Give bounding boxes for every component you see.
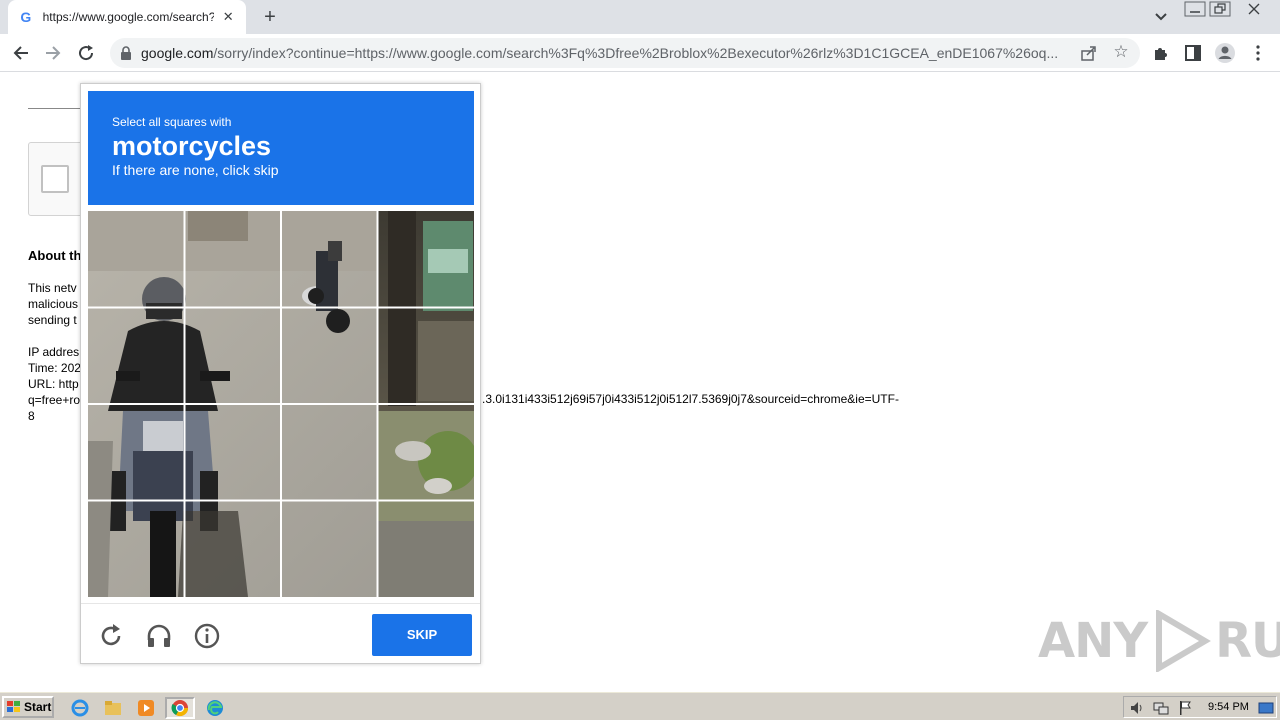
grid-tile[interactable]	[281, 501, 378, 598]
puzzle-icon	[1155, 48, 1167, 60]
url-line-end: 8	[28, 409, 35, 423]
start-label: Start	[24, 700, 52, 714]
grid-tile[interactable]	[185, 308, 282, 405]
url-line-continued: q=free+ro	[28, 393, 81, 407]
instruction-text: Select all squares with	[112, 115, 232, 129]
recaptcha-challenge-dialog: Select all squares with motorcycles If t…	[80, 83, 481, 664]
action-center-flag-icon[interactable]	[1177, 700, 1193, 716]
grid-tile[interactable]	[185, 501, 282, 598]
side-panel-button[interactable]	[1182, 42, 1204, 64]
browser-tab[interactable]: G https://www.google.com/search?q=free+r…	[8, 0, 246, 34]
internet-explorer-icon[interactable]	[68, 697, 92, 719]
windows-flag-icon	[7, 701, 20, 712]
start-button[interactable]: Start	[2, 696, 54, 718]
divider	[28, 108, 88, 109]
grid-tile[interactable]	[88, 501, 185, 598]
back-arrow-icon	[13, 46, 28, 60]
grid-tile[interactable]	[185, 404, 282, 501]
grid-tile[interactable]	[378, 211, 475, 308]
forward-button[interactable]	[40, 40, 66, 66]
reload-challenge-icon[interactable]	[97, 622, 125, 650]
new-tab-icon[interactable]: +	[258, 5, 282, 29]
back-button[interactable]	[8, 40, 34, 66]
kebab-menu-icon	[1256, 45, 1260, 61]
grid-tile[interactable]	[281, 211, 378, 308]
reload-icon	[79, 45, 94, 61]
media-player-icon[interactable]	[134, 697, 158, 719]
grid-tile[interactable]	[378, 404, 475, 501]
grid-tile[interactable]	[281, 404, 378, 501]
challenge-footer: SKIP	[81, 603, 480, 663]
watermark-text-left: ANY	[1038, 613, 1148, 669]
about-heading: About th	[28, 248, 82, 263]
network-icon[interactable]	[1153, 700, 1169, 716]
taskbar: Start 9:54 PM	[0, 692, 1280, 720]
recaptcha-checkbox-widget[interactable]	[28, 142, 88, 216]
edge-icon[interactable]	[203, 697, 227, 719]
lock-icon[interactable]	[120, 46, 132, 60]
body-line: sending t	[28, 313, 77, 327]
skip-hint-text: If there are none, click skip	[112, 162, 279, 178]
challenge-instructions: Select all squares with motorcycles If t…	[88, 91, 474, 205]
body-line: This netv	[28, 281, 77, 295]
url-continuation: .3.0i131i433i512j69i57j0i433i512j0i512l7…	[482, 392, 899, 406]
menu-button[interactable]	[1247, 42, 1269, 64]
minimize-icon[interactable]	[1184, 1, 1206, 17]
grid-tile[interactable]	[378, 308, 475, 405]
watermark-text-right: RUN	[1215, 613, 1280, 669]
image-grid	[88, 211, 474, 597]
file-explorer-icon[interactable]	[101, 697, 125, 719]
recaptcha-checkbox[interactable]	[41, 165, 69, 193]
anyrun-watermark: ANY RUN	[1038, 608, 1280, 674]
address-bar[interactable]: google.com/sorry/index?continue=https://…	[110, 38, 1140, 68]
close-window-icon[interactable]	[1240, 1, 1268, 17]
body-line: malicious	[28, 297, 79, 311]
tab-strip: G https://www.google.com/search?q=free+r…	[0, 0, 1280, 34]
grid-tile[interactable]	[378, 501, 475, 598]
bookmark-star-icon[interactable]: ☆	[1111, 42, 1131, 62]
side-panel-icon	[1185, 45, 1201, 61]
target-object-text: motorcycles	[112, 131, 272, 161]
browser-toolbar: google.com/sorry/index?continue=https://…	[0, 34, 1280, 72]
tab-close-icon[interactable]: ✕	[220, 9, 236, 25]
profile-button[interactable]	[1214, 42, 1236, 64]
system-tray: 9:54 PM	[1123, 696, 1277, 718]
speaker-icon[interactable]	[1129, 700, 1145, 716]
clock: 9:54 PM	[1208, 701, 1249, 713]
audio-challenge-icon[interactable]	[145, 622, 173, 650]
chrome-taskbar-icon[interactable]	[165, 697, 195, 719]
extensions-button[interactable]	[1150, 42, 1172, 64]
show-desktop-icon[interactable]	[1258, 700, 1274, 716]
avatar-icon	[1215, 43, 1235, 63]
grid-tile[interactable]	[88, 211, 185, 308]
google-favicon-icon: G	[20, 9, 32, 25]
tab-search-chevron-icon[interactable]	[1150, 8, 1172, 26]
grid-tile[interactable]	[88, 308, 185, 405]
share-icon[interactable]	[1080, 44, 1098, 62]
restore-icon[interactable]	[1209, 1, 1231, 17]
grid-tile[interactable]	[185, 211, 282, 308]
play-triangle-icon	[1156, 610, 1212, 672]
info-icon[interactable]	[193, 622, 221, 650]
url-text: google.com/sorry/index?continue=https://…	[141, 45, 1059, 61]
grid-tile[interactable]	[281, 308, 378, 405]
ip-line: IP addres	[28, 345, 80, 359]
grid-tile[interactable]	[88, 404, 185, 501]
skip-button[interactable]: SKIP	[372, 614, 472, 656]
time-line: Time: 202	[28, 361, 81, 375]
url-line: URL: http	[28, 377, 79, 391]
tab-title: https://www.google.com/search?q=free+rob…	[42, 10, 215, 24]
forward-arrow-icon	[46, 46, 61, 60]
reload-button[interactable]	[73, 40, 99, 66]
